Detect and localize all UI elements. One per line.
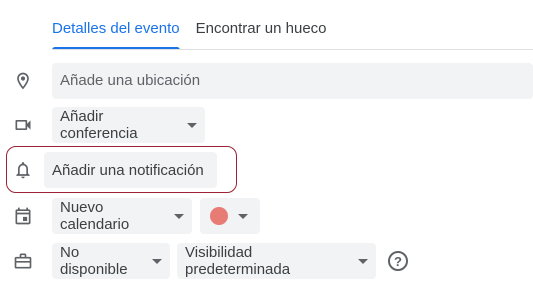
tab-event-details[interactable]: Detalles del evento [52,20,180,50]
chevron-down-icon [174,213,184,219]
tab-bar: Detalles del evento Encontrar un hueco [52,0,343,50]
add-notification-button[interactable]: Añadir una notificación [44,152,217,188]
calendar-select[interactable]: Nuevo calendario [52,198,192,234]
visibility-label: Visibilidad predeterminada [185,244,291,278]
bell-icon [12,159,34,181]
help-icon[interactable]: ? [388,251,408,271]
calendar-select-label: Nuevo calendario [60,199,130,233]
chevron-down-icon [152,258,162,264]
add-conference-label: Añadir conferencia [60,108,138,142]
visibility-select[interactable]: Visibilidad predeterminada [177,243,376,279]
chevron-down-icon [358,258,368,264]
location-input[interactable]: Añade una ubicación [52,63,533,99]
event-color-select[interactable] [200,198,260,234]
availability-select[interactable]: No disponible [52,243,170,279]
chevron-down-icon [238,213,248,219]
location-pin-icon [12,70,34,92]
calendar-icon [12,205,34,227]
add-conference-button[interactable]: Añadir conferencia [52,107,205,143]
color-swatch [210,207,228,225]
tab-find-a-time[interactable]: Encontrar un hueco [196,20,327,50]
briefcase-icon [12,250,34,272]
chevron-down-icon [187,122,197,128]
availability-label: No disponible [60,244,128,278]
tabs-divider [52,49,533,50]
video-camera-icon [12,114,34,136]
